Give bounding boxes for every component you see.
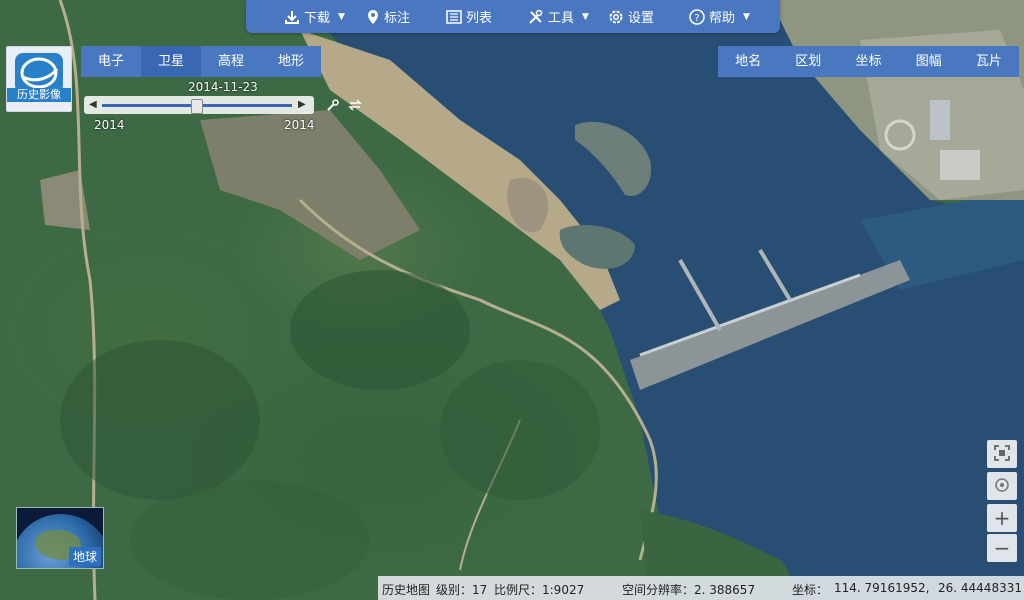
earth-view-button[interactable]: 地球 xyxy=(16,507,104,569)
timeline-slider: 2014-11-23 ◀ ▶ 2014 2014 xyxy=(84,80,374,136)
tab-satellite[interactable]: 卫星 xyxy=(141,46,201,77)
tab-divisions[interactable]: 区划 xyxy=(778,46,838,77)
status-resolution: 空间分辨率：2. 388657 xyxy=(622,583,756,597)
fullscreen-button[interactable] xyxy=(987,440,1017,468)
mark-button[interactable]: 标注 xyxy=(366,0,410,33)
map-pin-icon xyxy=(366,9,380,25)
zoom-out-button[interactable]: − xyxy=(987,534,1017,562)
chevron-down-icon: ▼ xyxy=(582,11,589,22)
minus-icon: − xyxy=(993,536,1011,560)
tab-place-names[interactable]: 地名 xyxy=(718,46,778,77)
locate-icon xyxy=(994,474,1010,498)
help-label: 帮助 xyxy=(709,11,736,26)
tab-electronic[interactable]: 电子 xyxy=(81,46,141,77)
timeline-end-year: 2014 xyxy=(284,118,315,132)
timeline-prev-icon[interactable]: ◀ xyxy=(89,99,97,110)
tab-terrain[interactable]: 地形 xyxy=(261,46,321,77)
logo-label: 历史影像 xyxy=(7,88,71,103)
swap-icon[interactable] xyxy=(348,98,362,112)
svg-text:?: ? xyxy=(694,13,699,24)
tab-coordinates[interactable]: 坐标 xyxy=(838,46,898,77)
history-imagery-logo[interactable]: 历史影像 xyxy=(6,46,72,112)
status-source: 历史地图 xyxy=(382,583,431,597)
list-button[interactable]: 列表 xyxy=(446,0,492,33)
tab-elevation[interactable]: 高程 xyxy=(201,46,261,77)
tools-label: 工具 xyxy=(548,11,575,26)
status-coords-label: 坐标： xyxy=(792,583,829,597)
locate-button[interactable] xyxy=(987,472,1017,500)
timeline-bar: ◀ ▶ xyxy=(84,96,314,114)
list-label: 列表 xyxy=(466,11,493,26)
download-menu[interactable]: 下载 ▼ xyxy=(284,0,345,33)
fullscreen-icon xyxy=(994,442,1010,466)
list-icon xyxy=(446,9,462,24)
status-longitude: 114. 79161952, xyxy=(834,581,930,595)
settings-button[interactable]: 设置 xyxy=(608,0,654,33)
wrench-icon[interactable] xyxy=(326,98,340,112)
download-icon xyxy=(284,9,300,25)
timeline-start-year: 2014 xyxy=(94,118,125,132)
chevron-down-icon: ▼ xyxy=(743,11,750,22)
zoom-in-button[interactable]: + xyxy=(987,504,1017,532)
status-level: 级别：17 xyxy=(436,583,488,597)
mark-label: 标注 xyxy=(384,11,411,26)
tools-menu[interactable]: 工具 ▼ xyxy=(528,0,589,33)
timeline-thumb[interactable] xyxy=(191,99,203,114)
download-label: 下载 xyxy=(304,11,331,26)
tab-map-sheets[interactable]: 图幅 xyxy=(899,46,959,77)
status-bar: 历史地图 级别：17 比例尺：1:9027 空间分辨率：2. 388657 坐标… xyxy=(378,576,1024,600)
tab-tiles[interactable]: 瓦片 xyxy=(959,46,1019,77)
status-scale: 比例尺：1:9027 xyxy=(494,583,585,597)
chevron-down-icon: ▼ xyxy=(338,11,345,22)
gear-icon xyxy=(608,9,624,25)
globe-logo-icon xyxy=(15,53,63,93)
tools-icon xyxy=(528,9,544,25)
settings-label: 设置 xyxy=(628,11,655,26)
map-type-tabs: 电子 卫星 高程 地形 xyxy=(81,46,321,77)
plus-icon: + xyxy=(993,506,1011,530)
status-latitude: 26. 44448331 xyxy=(938,581,1022,595)
overlay-tabs: 地名 区划 坐标 图幅 瓦片 xyxy=(718,46,1019,77)
timeline-next-icon[interactable]: ▶ xyxy=(298,99,306,110)
earth-label: 地球 xyxy=(68,547,101,566)
top-toolbar: 下载 ▼ 标注 列表 工具 ▼ 设置 ? 帮助 ▼ xyxy=(246,0,780,33)
help-icon: ? xyxy=(689,8,705,25)
help-menu[interactable]: ? 帮助 ▼ xyxy=(689,0,750,33)
timeline-current-date: 2014-11-23 xyxy=(188,80,258,94)
